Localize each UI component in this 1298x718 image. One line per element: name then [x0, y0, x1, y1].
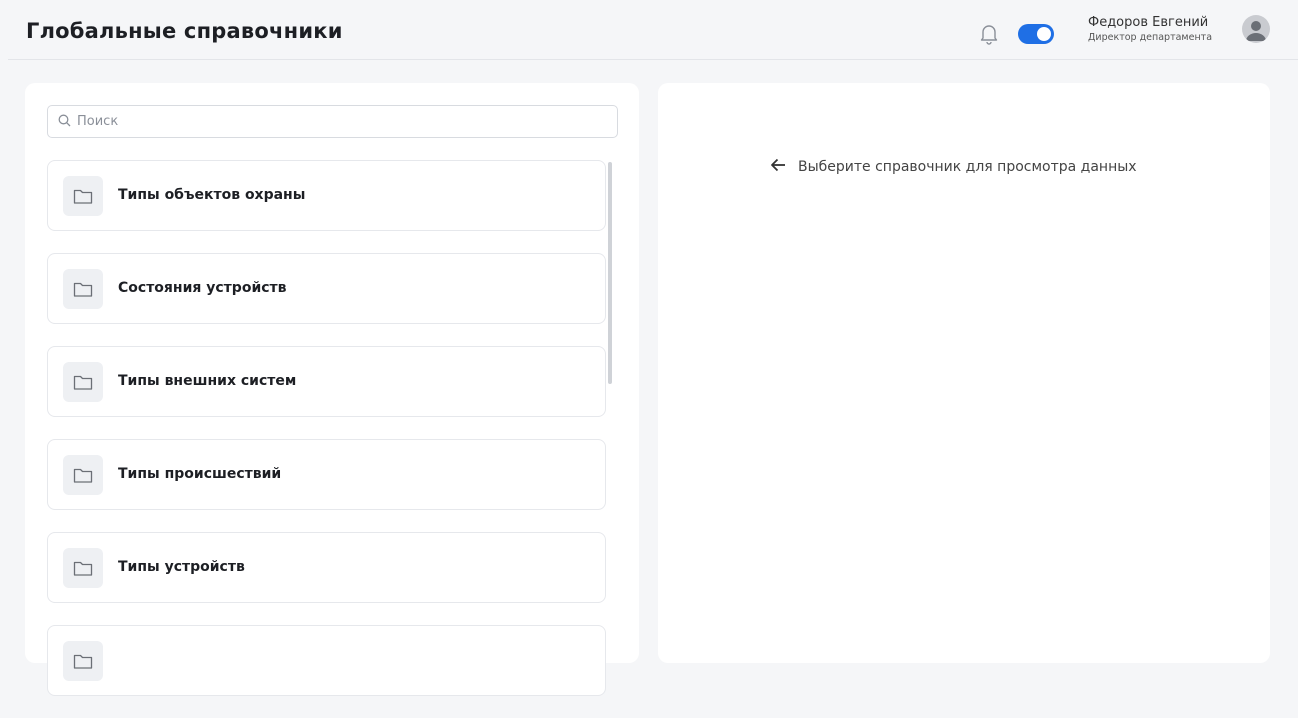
- search-box[interactable]: [47, 105, 618, 138]
- directory-item[interactable]: [47, 625, 606, 696]
- directory-list: Типы объектов охраны Состояния устройств…: [47, 160, 606, 718]
- user-role: Директор департамента: [1088, 32, 1213, 43]
- folder-icon: [63, 176, 103, 216]
- user-name: Федоров Евгений: [1088, 15, 1209, 30]
- directory-item-label: Состояния устройств: [118, 280, 287, 296]
- directory-item[interactable]: Типы внешних систем: [47, 346, 606, 417]
- directory-list-panel: Типы объектов охраны Состояния устройств…: [25, 83, 639, 696]
- empty-state-text: Выберите справочник для просмотра данных: [798, 158, 1137, 175]
- directory-item-label: Типы внешних систем: [118, 373, 297, 389]
- directory-item[interactable]: Типы устройств: [47, 532, 606, 603]
- toggle-knob: [1037, 27, 1051, 41]
- search-input[interactable]: [77, 114, 597, 129]
- top-bar: Глобальные справочники Федоров Евгений Д…: [8, 10, 1298, 60]
- directory-item-label: Типы объектов охраны: [118, 187, 306, 203]
- directory-item[interactable]: Типы объектов охраны: [47, 160, 606, 231]
- list-scrollbar[interactable]: [608, 162, 614, 662]
- page-title: Глобальные справочники: [26, 19, 343, 43]
- search-icon: [58, 112, 71, 131]
- user-info[interactable]: Федоров Евгений Директор департамента: [1088, 15, 1238, 43]
- arrow-left-icon: [770, 157, 786, 176]
- folder-icon: [63, 641, 103, 681]
- empty-state-hint: Выберите справочник для просмотра данных: [770, 157, 1137, 176]
- user-avatar-icon[interactable]: [1242, 15, 1270, 43]
- folder-icon: [63, 269, 103, 309]
- folder-icon: [63, 362, 103, 402]
- bell-icon[interactable]: [978, 22, 1000, 46]
- scrollbar-thumb[interactable]: [608, 162, 612, 384]
- directory-item[interactable]: Состояния устройств: [47, 253, 606, 324]
- directory-item-label: Типы происшествий: [118, 466, 282, 482]
- folder-icon: [63, 455, 103, 495]
- theme-toggle[interactable]: [1018, 24, 1054, 44]
- directory-item-label: Типы устройств: [118, 559, 245, 575]
- folder-icon: [63, 548, 103, 588]
- directory-item[interactable]: Типы происшествий: [47, 439, 606, 510]
- directory-detail-panel: Выберите справочник для просмотра данных: [658, 83, 1270, 663]
